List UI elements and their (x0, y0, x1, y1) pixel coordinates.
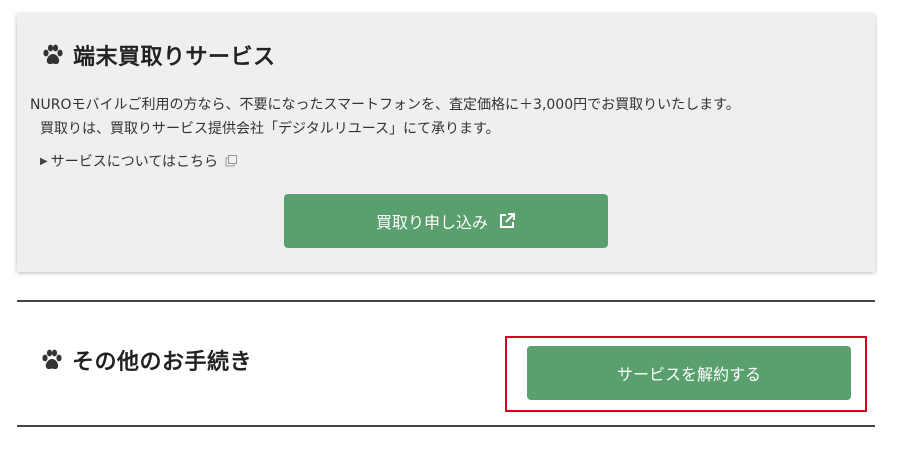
paw-icon (41, 43, 65, 67)
description-line-1: NUROモバイルご利用の方なら、不要になったスマートフォンを、査定価格に＋3,0… (30, 97, 740, 113)
cancel-service-button-label: サービスを解約する (616, 365, 761, 384)
other-procedures-title: その他のお手続き (72, 350, 253, 375)
paw-icon (40, 348, 64, 372)
description-line-2: 買取りは、買取りサービス提供会社「デジタルリユース」にて承ります。 (40, 121, 500, 137)
section-divider-bottom (17, 425, 875, 427)
external-window-icon (225, 155, 238, 167)
trade-in-card: 端末買取りサービス NUROモバイルご利用の方なら、不要になったスマートフォンを… (17, 14, 875, 272)
trade-in-apply-button[interactable]: 買取り申し込み (284, 194, 608, 248)
external-link-icon (498, 212, 516, 230)
triangle-right-icon: ▶ (40, 155, 48, 167)
cancel-service-button[interactable]: サービスを解約する (527, 346, 851, 400)
trade-in-title: 端末買取りサービス (73, 45, 276, 70)
section-divider-top (17, 300, 875, 302)
service-info-link-label: サービスについてはこちら (50, 154, 219, 170)
service-info-link[interactable]: ▶ サービスについてはこちら (40, 151, 238, 171)
trade-in-description: NUROモバイルご利用の方なら、不要になったスマートフォンを、査定価格に＋3,0… (30, 93, 870, 141)
trade-in-heading: 端末買取りサービス (41, 39, 276, 71)
other-procedures-heading: その他のお手続き (40, 344, 252, 376)
trade-in-apply-button-label: 買取り申し込み (375, 213, 488, 232)
